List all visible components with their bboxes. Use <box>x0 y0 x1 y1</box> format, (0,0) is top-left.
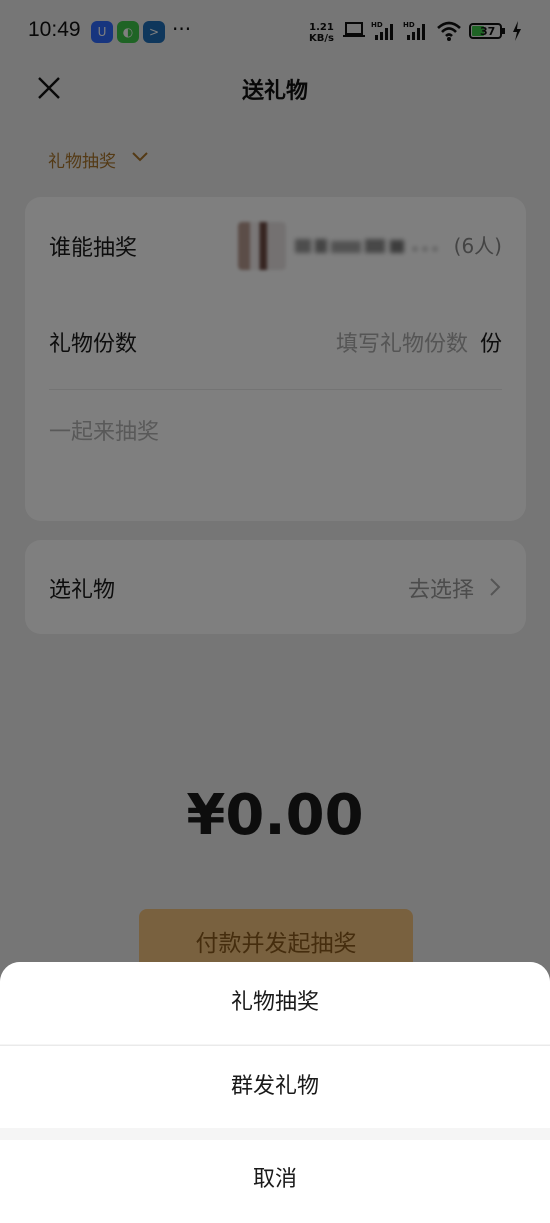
gift-screen: 10:49 U ◐ > ··· 1.21 KB/s HD HD <box>0 0 550 1223</box>
option-gift-lottery[interactable]: 礼物抽奖 <box>0 962 550 1044</box>
action-sheet: 礼物抽奖 群发礼物 取消 <box>0 962 550 1223</box>
option-group-gift[interactable]: 群发礼物 <box>0 1046 550 1128</box>
cancel-button[interactable]: 取消 <box>0 1140 550 1223</box>
